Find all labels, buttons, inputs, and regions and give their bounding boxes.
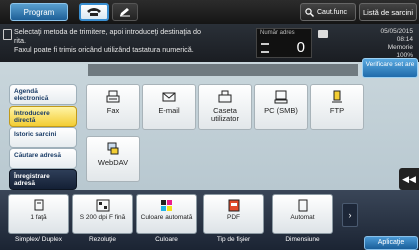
destination-pc-smb-button[interactable]: PC (SMB) bbox=[254, 84, 308, 130]
envelope-icon bbox=[162, 92, 176, 102]
status-icon bbox=[318, 30, 328, 38]
fax-icon bbox=[106, 90, 120, 103]
address-count-value: 0 bbox=[296, 39, 305, 56]
color-label: Culoare bbox=[155, 236, 178, 243]
time: 08:14 bbox=[396, 36, 413, 43]
simplex-icon bbox=[34, 199, 43, 211]
color-value: Culoare automată bbox=[140, 214, 193, 221]
job-list-button[interactable]: Listă de sarcini bbox=[359, 3, 417, 21]
destination-input-strip bbox=[88, 64, 358, 76]
email-label: E-mail bbox=[158, 106, 180, 115]
destination-ftp-button[interactable]: FTP bbox=[310, 84, 364, 130]
edit-button[interactable] bbox=[112, 3, 138, 21]
resolution-icon bbox=[96, 199, 109, 212]
address-count-box: Număr adres 0 bbox=[256, 28, 312, 58]
color-icon bbox=[160, 200, 172, 211]
search-icon bbox=[305, 7, 314, 17]
color-button[interactable]: Culoare automată bbox=[136, 194, 197, 234]
ftp-icon bbox=[332, 90, 342, 103]
message-doc-icon bbox=[3, 29, 12, 40]
tab-address-register[interactable]: Înregistrare adresă bbox=[9, 169, 77, 190]
pc-smb-label: PC (SMB) bbox=[264, 106, 298, 115]
webdav-icon bbox=[107, 142, 119, 155]
message-band: Selectaţi metoda de trimitere, apoi intr… bbox=[0, 24, 419, 62]
simplex-duplex-label: Simplex/ Duplex bbox=[15, 236, 62, 243]
fax-label: Fax bbox=[106, 106, 120, 115]
fax-phone-icon bbox=[87, 8, 101, 16]
top-bar: Program Caut.func Listă de sarcini bbox=[0, 0, 419, 24]
tab-address-book[interactable]: Agendă electronică bbox=[9, 84, 77, 105]
simplex-value: 1 faţă bbox=[30, 214, 47, 221]
message-line-2: rita. bbox=[14, 36, 26, 45]
webdav-label: WebDAV bbox=[97, 158, 129, 167]
size-icon bbox=[298, 199, 307, 212]
tab-job-history[interactable]: Istoric sarcini bbox=[9, 127, 77, 148]
memory-label: Memorie bbox=[387, 44, 413, 51]
chevron-right-icon: › bbox=[348, 210, 352, 220]
user-box-icon bbox=[218, 90, 232, 103]
tab-direct-input[interactable]: Introducere directă bbox=[9, 106, 77, 127]
program-button[interactable]: Program bbox=[10, 3, 68, 21]
message-line-3: Faxul poate fi trimis oricând utilizând … bbox=[14, 45, 194, 54]
address-list-icon bbox=[261, 43, 269, 53]
search-label: Caut.func bbox=[317, 8, 347, 16]
size-value: Automat bbox=[290, 214, 315, 221]
screen: Program Caut.func Listă de sarcini Selec… bbox=[0, 0, 419, 250]
resolution-button[interactable]: S 200 dpi F fină bbox=[72, 194, 133, 234]
collapse-panel-button[interactable]: ◀◀ bbox=[399, 168, 419, 190]
search-function-button[interactable]: Caut.func bbox=[300, 3, 356, 21]
applications-button[interactable]: Aplicaţie bbox=[364, 236, 418, 250]
file-type-label: Tip de fişier bbox=[216, 236, 251, 243]
pc-icon bbox=[274, 90, 288, 104]
tab-address-search[interactable]: Căutare adresă bbox=[9, 148, 77, 169]
instruction-message: Selectaţi metoda de trimitere, apoi intr… bbox=[14, 27, 254, 54]
size-label: Dimensiune bbox=[285, 236, 320, 243]
ftp-label: FTP bbox=[329, 106, 345, 115]
destination-fax-button[interactable]: Fax bbox=[86, 84, 140, 130]
datetime-panel: 05/05/2015 08:14 Memorie 100% bbox=[353, 28, 413, 60]
date: 05/05/2015 bbox=[380, 28, 413, 35]
destination-email-button[interactable]: E-mail bbox=[142, 84, 196, 130]
resolution-value: S 200 dpi F fină bbox=[79, 214, 126, 221]
user-box-label: Caseta utilizator bbox=[211, 106, 239, 123]
edit-pen-icon bbox=[120, 8, 130, 17]
address-count-label: Număr adres bbox=[260, 30, 295, 36]
destination-user-box-button[interactable]: Caseta utilizator bbox=[198, 84, 252, 130]
file-type-value: PDF bbox=[227, 214, 240, 221]
simplex-duplex-button[interactable]: 1 faţă bbox=[8, 194, 69, 234]
destination-webdav-button[interactable]: WebDAV bbox=[86, 136, 140, 182]
file-type-button[interactable]: PDF bbox=[203, 194, 264, 234]
size-button[interactable]: Automat bbox=[272, 194, 333, 234]
pdf-icon bbox=[228, 199, 239, 212]
verify-settings-button[interactable]: Verificare set are bbox=[362, 58, 418, 78]
message-line-1: Selectaţi metoda de trimitere, apoi intr… bbox=[14, 27, 201, 36]
next-page-button[interactable]: › bbox=[342, 203, 358, 227]
fax-phone-button[interactable] bbox=[79, 3, 109, 21]
resolution-label: Rezoluţie bbox=[88, 236, 117, 243]
